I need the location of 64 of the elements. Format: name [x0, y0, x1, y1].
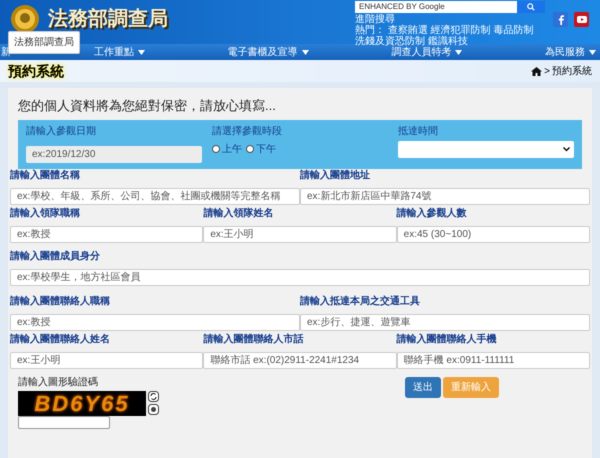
home-icon[interactable]	[531, 66, 542, 76]
nav-item[interactable]: 調查人員特考	[391, 44, 462, 60]
search-icon	[527, 3, 535, 11]
field-label: 請輸入團體成員身分	[10, 250, 101, 262]
nav-item[interactable]: 電子書櫃及宣導	[228, 44, 308, 60]
input-field[interactable]: ex:45 (30~100)	[396, 226, 590, 242]
input-field[interactable]: ex:學校學生，地方社區會員	[10, 268, 590, 286]
nav-item[interactable]: 工作重點	[94, 44, 145, 60]
page-title: 預約系統	[8, 62, 64, 81]
input-field[interactable]: ex:教授	[10, 226, 204, 242]
input-field[interactable]: ex:王小明	[10, 352, 204, 368]
radio-label: 下午	[256, 142, 276, 156]
field-label: 請輸入團體聯絡人姓名	[10, 334, 111, 346]
emblem-icon	[10, 4, 40, 34]
hot-link[interactable]: 鑑識科技	[428, 36, 468, 47]
caret-icon	[589, 50, 596, 54]
chevron-down-icon	[563, 146, 570, 152]
field-label: 抵達時間	[398, 124, 439, 138]
captcha-field[interactable]	[18, 416, 110, 428]
field-label: 請輸入抵達本局之交通工具	[300, 296, 421, 308]
input-field[interactable]: ex:學校、年級、系所、公司、協會、社團或機關等完整名稱	[10, 188, 300, 204]
search-button[interactable]	[517, 1, 545, 13]
youtube-icon[interactable]	[574, 12, 589, 27]
captcha-image: BD6Y65	[18, 390, 146, 416]
field-label: 請輸入領隊姓名	[203, 208, 274, 220]
field-label: 請輸入參觀日期	[26, 124, 97, 138]
radio-button[interactable]	[246, 145, 254, 153]
facebook-icon[interactable]	[553, 12, 568, 27]
input-field[interactable]: ex:教授	[10, 314, 300, 330]
nav-item[interactable]: 為民服務	[545, 44, 596, 60]
refresh-icon[interactable]	[148, 390, 159, 402]
hot-label: 熱門：	[355, 25, 385, 36]
breadcrumb-item[interactable]: 預約系統	[552, 64, 592, 78]
caret-icon	[138, 50, 145, 54]
audio-icon[interactable]	[148, 404, 159, 414]
hot-link[interactable]: 查察賄選	[388, 25, 428, 36]
caret-icon	[302, 50, 308, 54]
date-field[interactable]: ex:2019/12/30	[26, 146, 202, 162]
breadcrumb-separator: >	[544, 64, 550, 78]
caret-icon	[455, 50, 462, 54]
input-field[interactable]: 聯絡手機 ex:0911-111111	[396, 352, 590, 368]
radio-label: 上午	[222, 142, 242, 156]
tooltip: 法務部調查局	[8, 31, 80, 54]
privacy-notice: 您的個人資料將為您絕對保密，請放心填寫...	[17, 97, 277, 115]
hot-link[interactable]: 經濟犯罪防制	[430, 25, 491, 36]
input-field[interactable]: ex:步行、捷運、遊覽車	[300, 314, 590, 330]
input-field[interactable]: ex:王小明	[203, 226, 397, 242]
hot-link[interactable]: 洗錢及資恐防制	[355, 36, 425, 47]
site-title[interactable]: 法務部調查局	[48, 4, 168, 34]
field-label: 請輸入團體名稱	[10, 170, 81, 182]
advanced-search-link[interactable]: 進階搜尋	[355, 14, 395, 25]
field-label: 請輸入團體聯絡人手機	[396, 334, 498, 346]
captcha-label: 請輸入圖形驗證碼	[18, 376, 99, 390]
field-label: 請輸入團體聯絡人市話	[203, 334, 304, 346]
field-label: 請輸入團體地址	[300, 170, 371, 182]
field-label: 請輸入領隊職稱	[10, 208, 81, 220]
hot-link[interactable]: 毒品防制	[493, 25, 534, 36]
field-label: 請選擇參觀時段	[212, 124, 283, 138]
input-field[interactable]: 聯絡市話 ex:(02)2911-2241#1234	[203, 352, 397, 368]
field-label: 請輸入參觀人數	[396, 208, 468, 220]
field-label: 請輸入團體聯絡人職稱	[10, 296, 111, 308]
input-field[interactable]: ex:新北市新店區中華路74號	[300, 188, 590, 204]
submit-button[interactable]: 送出	[405, 376, 441, 398]
radio-button[interactable]	[212, 145, 220, 153]
